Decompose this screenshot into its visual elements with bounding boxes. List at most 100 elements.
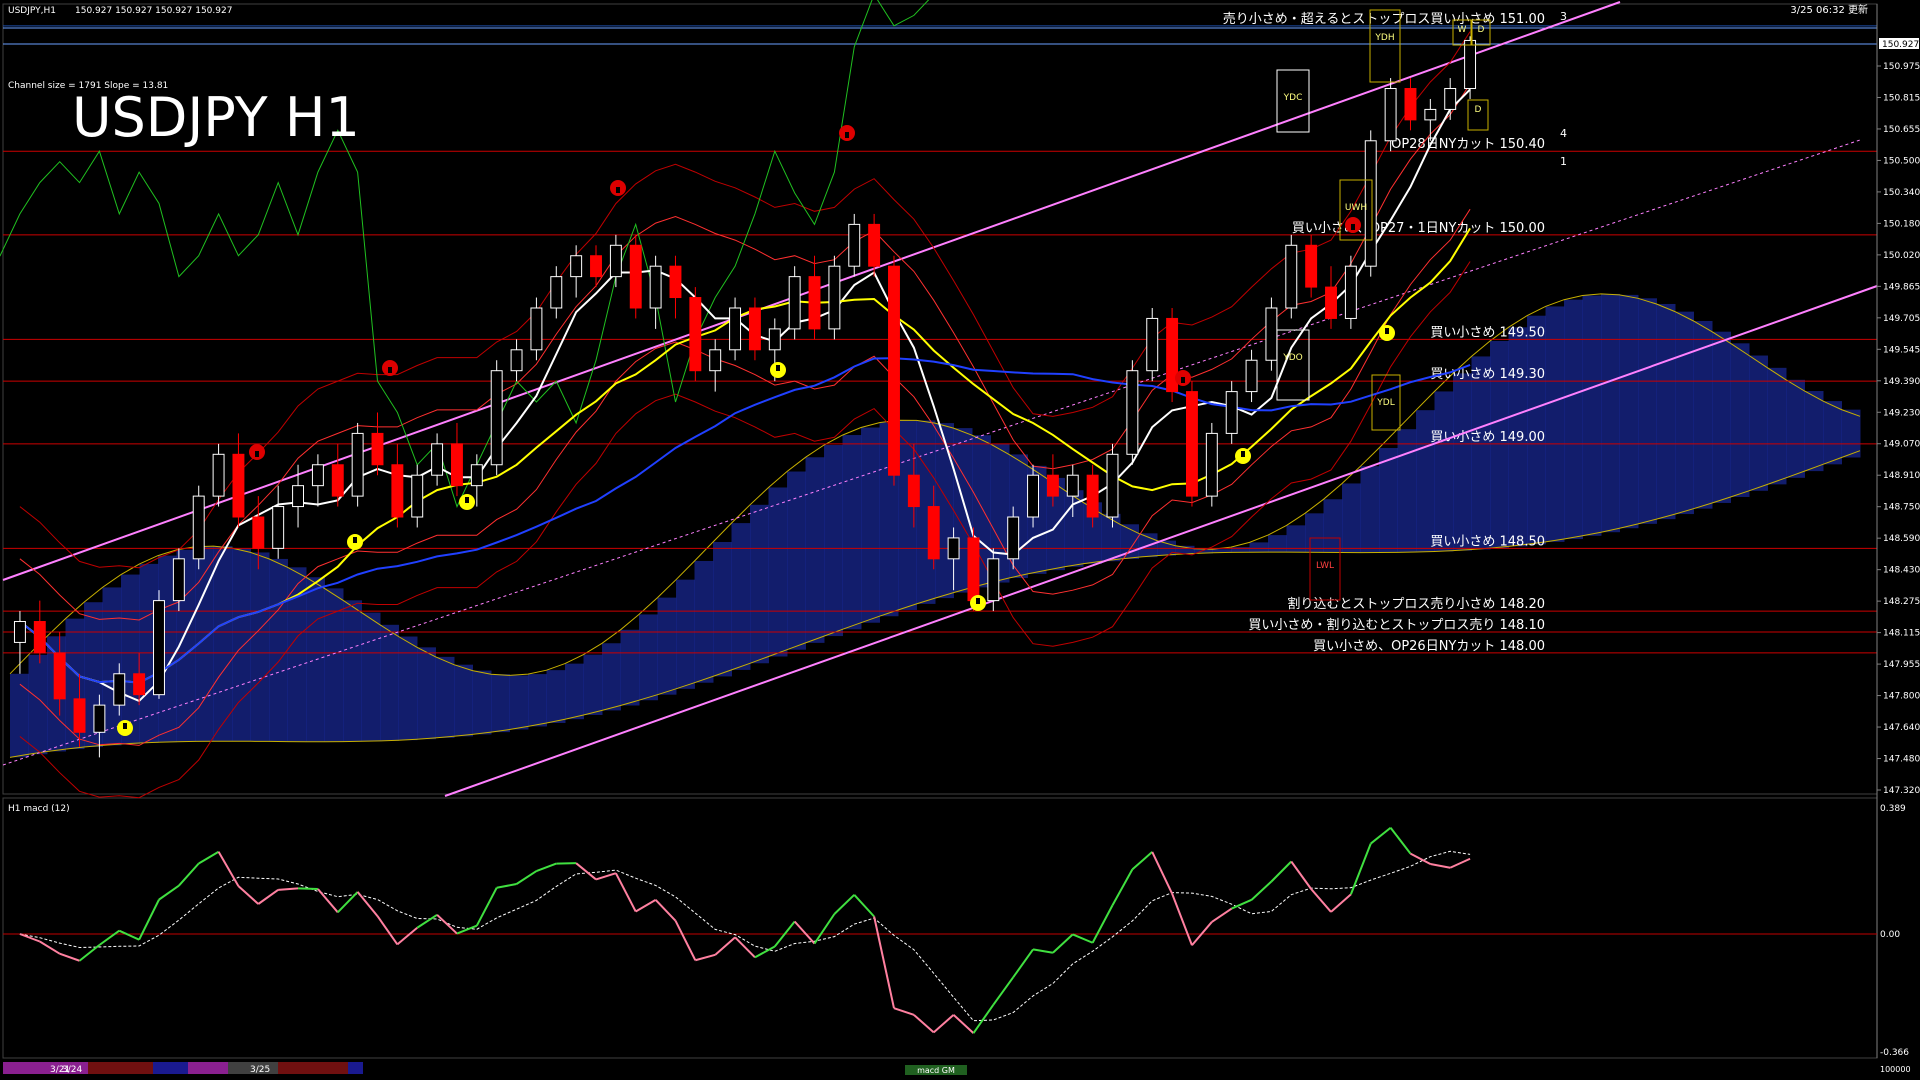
level-label: 買い小さめ、OP27・1日NYカット 150.00 (1292, 221, 1545, 236)
candle-body (470, 464, 483, 487)
candle-body (133, 673, 146, 696)
candle-body (1325, 286, 1337, 319)
time-label-3: 3/25 (250, 1065, 270, 1075)
candle-body (848, 223, 861, 267)
cloud-segment (694, 560, 714, 683)
cloud-segment (1268, 535, 1287, 553)
candle-body (1245, 359, 1258, 393)
candle-body (1404, 88, 1417, 121)
candle-body (252, 516, 265, 549)
session-box-label: W (1458, 25, 1467, 35)
fractal-mark (388, 367, 392, 373)
cloud-segment (1564, 299, 1583, 540)
cloud-segment (657, 597, 677, 695)
axis-label: 147.800 (1883, 692, 1920, 702)
candle-body (669, 265, 682, 299)
cloud-segment (620, 629, 640, 706)
candle-body (490, 370, 503, 466)
cloud-segment (731, 523, 751, 670)
candle-body (550, 276, 563, 309)
cloud-segment (232, 548, 251, 742)
cloud-segment (1582, 295, 1602, 536)
axis-label: 150.975 (1883, 62, 1920, 72)
trading-chart[interactable]: 売り小さめ・超えるとストップロス買い小さめ 151.00 OP28日NYカット 1… (0, 0, 1920, 1080)
fractal-mark (616, 187, 620, 193)
candle-body (1106, 453, 1119, 518)
fractal-mark (123, 723, 127, 729)
cloud-segment (1749, 355, 1768, 491)
cloud-segment (398, 636, 418, 741)
cloud-segment (1619, 294, 1639, 529)
time-label-2: 3/24 (62, 1065, 82, 1075)
cloud-segment (805, 457, 825, 643)
candle-body (311, 464, 324, 487)
macd-bottom-label: 100000 (1880, 1065, 1911, 1074)
fractal-mark (976, 598, 980, 604)
cloud-segment (583, 654, 603, 715)
fractal-mark (1241, 451, 1245, 457)
chart-title: USDJPY H1 (72, 86, 360, 149)
candle-body (1146, 317, 1159, 372)
session-box-label: YDL (1376, 398, 1394, 408)
macd-line-segment (298, 887, 318, 890)
candle-body (73, 698, 86, 733)
cloud-segment (1009, 454, 1028, 579)
cloud-segment (1693, 320, 1713, 509)
cloud-segment (750, 504, 769, 664)
cloud-segment (1379, 448, 1398, 553)
candle-body (1444, 88, 1457, 110)
level-label: OP28日NYカット 150.40 (1391, 137, 1545, 152)
candle-body (888, 265, 900, 476)
candle-body (113, 673, 126, 706)
candle-body (1185, 391, 1198, 497)
cloud-segment (1360, 466, 1380, 553)
session-box-label: LWL (1316, 561, 1334, 571)
candle-body (1464, 39, 1477, 90)
candle-body (272, 506, 285, 549)
candle-body (53, 652, 66, 700)
candle-body (868, 223, 881, 267)
cloud-segment (1656, 303, 1676, 520)
cloud-segment (213, 546, 233, 742)
cloud-segment (528, 674, 547, 727)
channel-number: 4 (1560, 127, 1567, 140)
cloud-segment (1471, 356, 1491, 550)
candle-body (331, 464, 344, 497)
axis-label: 149.070 (1883, 440, 1920, 450)
macd-tag: macd GM (917, 1066, 955, 1075)
level-label: 買い小さめ 148.50 (1430, 534, 1545, 549)
candle-body (232, 453, 245, 518)
cloud-segment (380, 624, 399, 741)
channel-number: 1 (1560, 155, 1567, 168)
fractal-mark (255, 451, 259, 457)
cloud-segment (1453, 373, 1472, 551)
cloud-segment (1823, 401, 1842, 465)
cloud-segment (1712, 331, 1731, 503)
axis-label: 147.320 (1883, 786, 1920, 796)
candle-body (510, 349, 523, 372)
candle-body (609, 244, 622, 278)
cloud-segment (1342, 483, 1361, 553)
axis-label: 148.750 (1883, 503, 1920, 513)
candle-body (93, 704, 106, 733)
axis-label: 149.390 (1883, 377, 1920, 387)
candle-body (1086, 474, 1099, 518)
cloud-segment (343, 600, 362, 742)
axis-label: 150.020 (1883, 251, 1920, 261)
session-box-label: YDO (1282, 353, 1303, 363)
channel-number: 3 (1560, 10, 1567, 23)
candle-body (748, 307, 761, 351)
candle-body (1424, 108, 1437, 121)
axis-label: 149.865 (1883, 282, 1920, 292)
candle-body (808, 276, 821, 330)
level-label: 買い小さめ 149.30 (1430, 367, 1545, 382)
cloud-segment (472, 670, 492, 735)
level-label: 売り小さめ・超えるとストップロス買い小さめ 151.00 (1223, 11, 1545, 27)
axis-label: 150.340 (1883, 188, 1920, 198)
level-label: 買い小さめ、OP26日NYカット 148.00 (1313, 639, 1545, 654)
updated-time: 3/25 06:32 更新 (1790, 3, 1868, 16)
cloud-segment (1675, 311, 1694, 515)
fractal-mark (465, 497, 469, 503)
current-price-label: 150.927 (1882, 40, 1919, 50)
candle-body (788, 276, 801, 330)
